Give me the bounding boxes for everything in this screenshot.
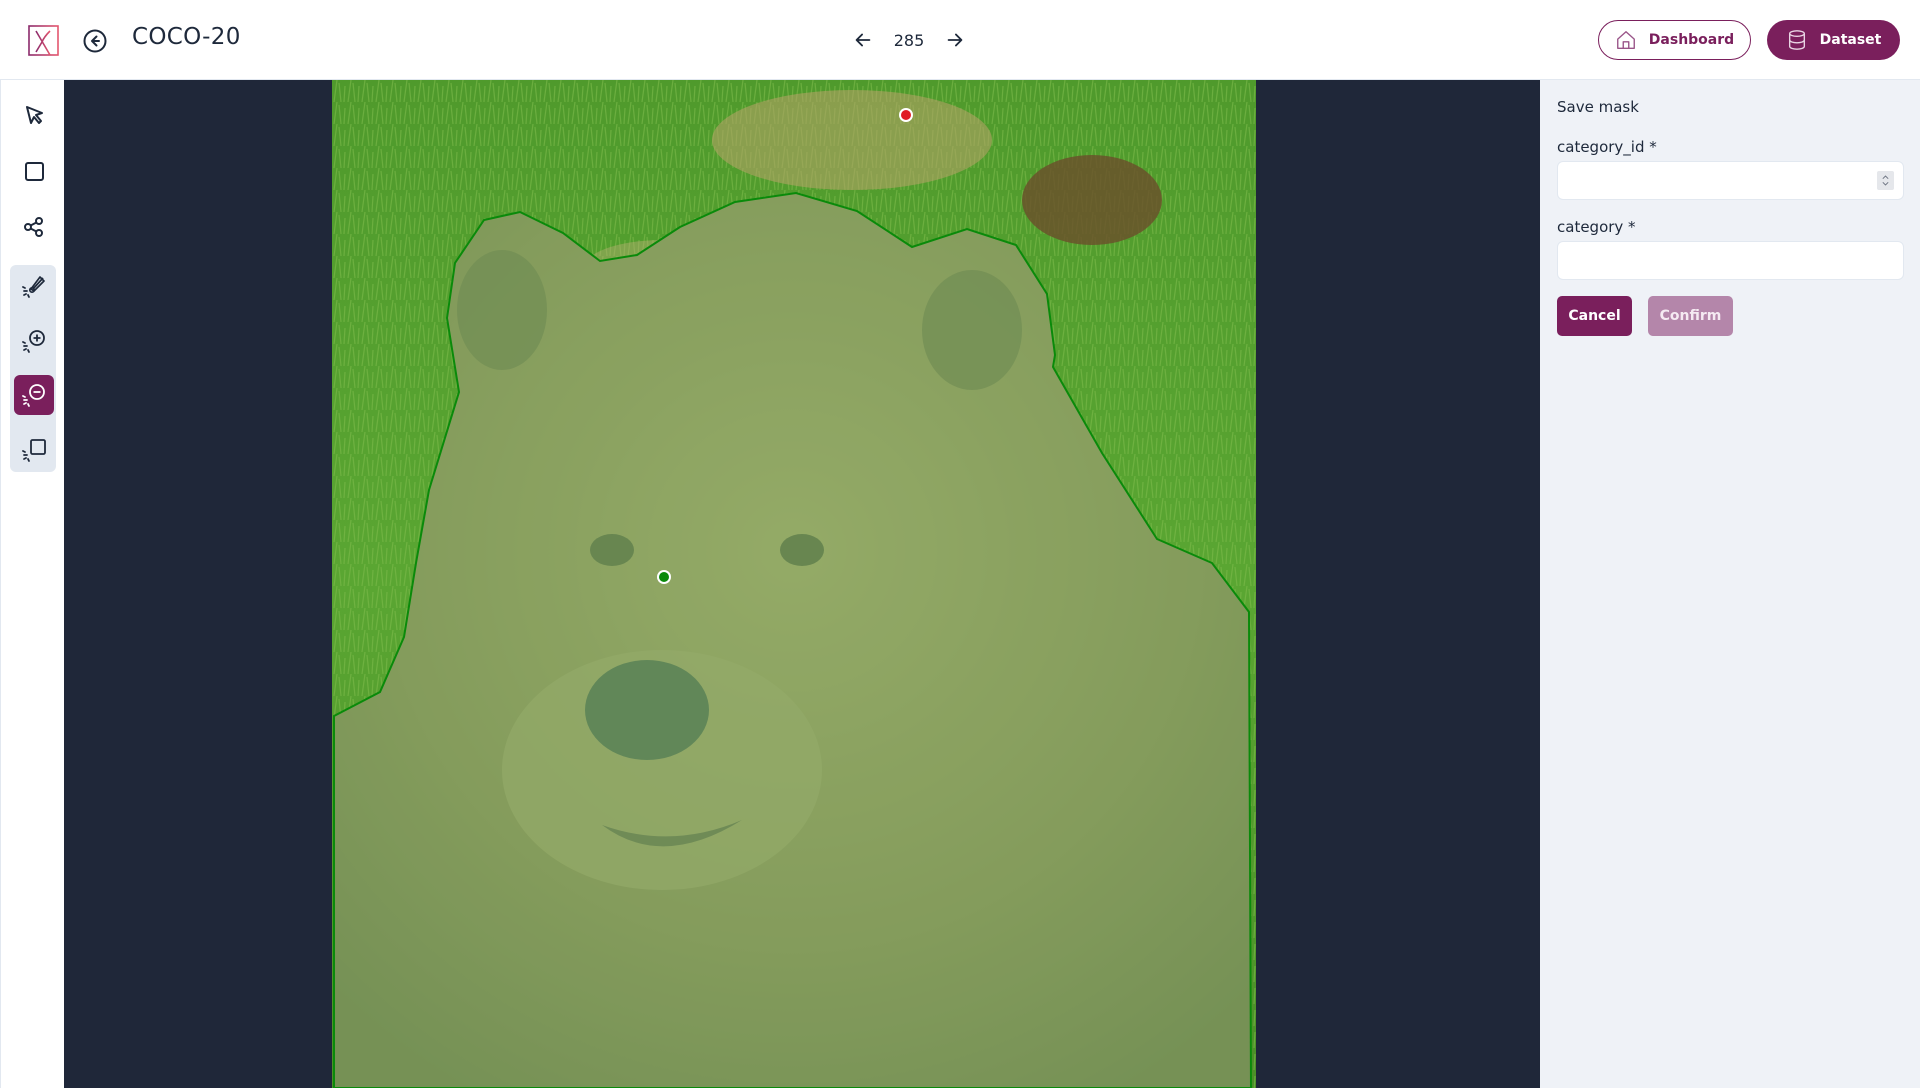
home-icon bbox=[1616, 31, 1635, 49]
positive-point-marker[interactable] bbox=[657, 570, 671, 584]
category-input[interactable] bbox=[1557, 241, 1904, 280]
magic-plus-circle-icon bbox=[22, 330, 45, 353]
category-id-spinner[interactable] bbox=[1877, 171, 1894, 190]
category-label: category * bbox=[1557, 218, 1636, 236]
image-pager: 285 bbox=[850, 24, 968, 56]
x-logo-icon[interactable] bbox=[28, 25, 59, 56]
magic-minus-circle-icon bbox=[22, 384, 45, 407]
arrow-left-icon bbox=[855, 33, 871, 47]
confirm-button[interactable]: Confirm bbox=[1648, 296, 1733, 336]
arrow-left-circle-icon bbox=[83, 29, 107, 53]
category-id-input[interactable] bbox=[1557, 161, 1904, 200]
dataset-title: COCO-20 bbox=[132, 24, 241, 50]
smart-remove-point-tool-button[interactable] bbox=[14, 375, 54, 415]
bbox-tool-button[interactable] bbox=[14, 151, 54, 191]
square-icon bbox=[25, 162, 44, 181]
arrow-right-icon bbox=[947, 33, 963, 47]
panel-title: Save mask bbox=[1557, 98, 1639, 116]
annotation-canvas[interactable] bbox=[64, 80, 1540, 1088]
mask-overlay bbox=[333, 108, 1253, 1088]
cursor-arrow-icon bbox=[26, 106, 43, 124]
image-index: 285 bbox=[893, 30, 925, 50]
category-id-label: category_id * bbox=[1557, 138, 1657, 156]
database-icon bbox=[1788, 30, 1805, 50]
back-button[interactable] bbox=[82, 28, 108, 54]
dataset-label: Dataset bbox=[1819, 32, 1882, 48]
save-mask-panel: Save mask category_id * category * Cance… bbox=[1540, 80, 1920, 1088]
share-nodes-icon bbox=[24, 217, 43, 237]
smart-box-tool-button[interactable] bbox=[14, 430, 54, 470]
tool-rail bbox=[0, 80, 64, 1088]
dataset-button[interactable]: Dataset bbox=[1767, 20, 1900, 60]
next-image-button[interactable] bbox=[942, 27, 968, 53]
chevron-up-down-icon bbox=[1882, 175, 1889, 186]
previous-image-button[interactable] bbox=[850, 27, 876, 53]
cancel-button[interactable]: Cancel bbox=[1557, 296, 1632, 336]
dashboard-label: Dashboard bbox=[1648, 32, 1735, 48]
top-bar: COCO-20 285 Dashboard Dataset bbox=[0, 0, 1920, 80]
negative-point-marker[interactable] bbox=[899, 108, 913, 122]
select-tool-button[interactable] bbox=[14, 95, 54, 135]
magic-square-icon bbox=[22, 439, 46, 462]
dashboard-button[interactable]: Dashboard bbox=[1598, 20, 1751, 60]
segmentation-mask bbox=[333, 191, 1253, 1088]
smart-brush-tool-button[interactable] bbox=[14, 267, 54, 307]
keypoint-tool-button[interactable] bbox=[14, 207, 54, 247]
smart-add-point-tool-button[interactable] bbox=[14, 321, 54, 361]
magic-brush-icon bbox=[22, 276, 45, 298]
